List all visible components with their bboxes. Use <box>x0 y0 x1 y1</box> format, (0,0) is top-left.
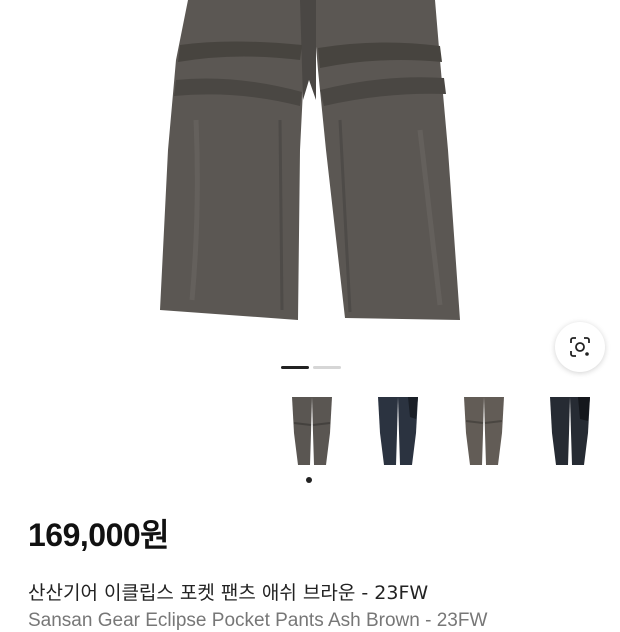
product-image[interactable] <box>0 0 620 360</box>
product-title: 산산기어 이클립스 포켓 팬츠 애쉬 브라운 - 23FW <box>28 582 429 604</box>
color-thumbnails <box>272 390 610 470</box>
image-search-button[interactable] <box>555 322 605 372</box>
pants-thumbnail <box>464 397 504 465</box>
pants-thumbnail <box>292 397 332 465</box>
pager-dot[interactable] <box>313 366 341 369</box>
pants-thumbnail <box>378 397 418 465</box>
product-subtitle: Sansan Gear Eclipse Pocket Pants Ash Bro… <box>28 610 488 631</box>
pants-thumbnail <box>550 397 590 465</box>
image-search-icon <box>570 337 590 357</box>
product-price: 169,000원 <box>28 517 170 553</box>
pager-dot-active[interactable] <box>281 366 309 369</box>
image-pager <box>281 366 341 369</box>
pants-photo <box>160 0 460 320</box>
selected-thumbnail-indicator <box>306 477 312 483</box>
thumbnail-black[interactable] <box>530 390 610 470</box>
thumbnail-ash-brown-alt[interactable] <box>444 390 524 470</box>
thumbnail-navy[interactable] <box>358 390 438 470</box>
thumbnail-ash-brown[interactable] <box>272 390 352 470</box>
